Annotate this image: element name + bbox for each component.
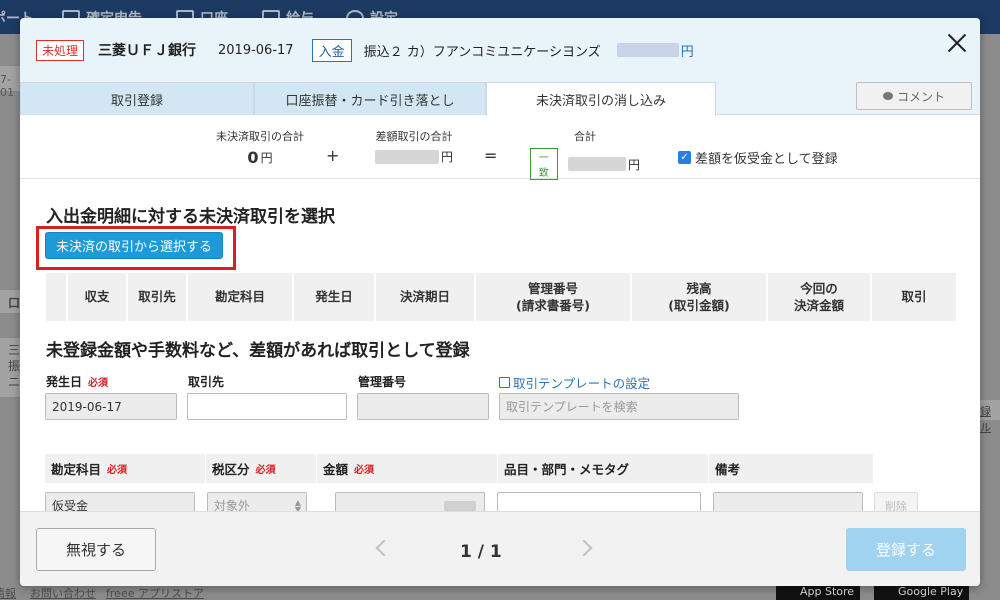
close-icon[interactable]	[946, 32, 968, 54]
checkmark-icon: ✓	[678, 151, 691, 164]
col-income-expense: 収支	[68, 273, 128, 321]
bank-name: 三菱ＵＦＪ銀行	[98, 43, 197, 59]
footer-link-contact[interactable]: お問い合わせ	[30, 585, 96, 600]
transaction-amount: 円	[616, 41, 694, 60]
unsettled-total: 未決済取引の合計 0円	[216, 130, 304, 167]
item-column-header: 品目・部門・メモタグ	[498, 454, 708, 483]
chevron-left-icon[interactable]	[375, 539, 393, 557]
management-number-label: 管理番号	[358, 375, 407, 389]
comment-button[interactable]: コメント	[856, 82, 972, 110]
summary-bar: 未決済取引の合計 0円 差額取引の合計 円 合計 一致円	[20, 115, 980, 180]
date-label: 発生日 必須	[46, 375, 109, 389]
account-column-header: 勘定科目 必須	[45, 454, 205, 483]
register-as-suspense-checkbox[interactable]: ✓ 差額を仮受金として登録	[678, 148, 838, 167]
col-this-settlement: 今回の 決済金額	[768, 273, 872, 321]
google-play-button[interactable]: Google Play	[874, 584, 970, 600]
unsettled-table-header: 収支 取引先 勘定科目 発生日 決済期日 管理番号 (請求書番号) 残高 (取引…	[46, 273, 956, 321]
direction-badge: 入金	[311, 38, 352, 62]
footer-link-info[interactable]: 情報	[0, 585, 16, 600]
grand-total: 合計 一致円	[530, 128, 640, 180]
modal-footer: 無視する 1 / 1 登録する	[20, 511, 980, 586]
select-unsettled-button[interactable]: 未決済の取引から選択する	[45, 232, 223, 259]
management-number-input[interactable]	[357, 393, 489, 420]
background-date-fragment: 7-01	[0, 66, 22, 99]
redacted-amount	[616, 43, 679, 57]
col-management-number: 管理番号 (請求書番号)	[476, 273, 632, 321]
difference-total: 差額取引の合計 円	[374, 130, 453, 164]
template-search-input[interactable]: 取引テンプレートを検索	[499, 393, 739, 420]
col-account: 勘定科目	[188, 273, 294, 321]
tax-column-header: 税区分 必須	[206, 454, 316, 483]
memo-column-header: 備考	[709, 454, 873, 483]
transaction-modal: 未処理 三菱ＵＦＪ銀行 2019-06-17 入金 振込２ カ）フアンコミユニケ…	[20, 18, 980, 586]
chevron-right-icon[interactable]	[575, 539, 593, 557]
col-due-date: 決済期日	[376, 273, 476, 321]
pager: 1 / 1	[460, 542, 502, 562]
footer-link-appstore[interactable]: freee アプリストア	[106, 585, 204, 600]
tab-account-transfer[interactable]: 口座振替・カード引き落とし	[254, 82, 486, 115]
transaction-date: 2019-06-17	[218, 42, 294, 58]
register-button[interactable]: 登録する	[846, 528, 966, 571]
col-partner: 取引先	[128, 273, 188, 321]
tab-bar: 取引登録 口座振替・カード引き落とし 未決済取引の消し込み コメント	[20, 82, 980, 116]
speech-bubble-icon	[882, 92, 893, 100]
partner-label: 取引先	[188, 375, 225, 389]
match-badge: 一致	[530, 148, 558, 180]
modal-header: 未処理 三菱ＵＦＪ銀行 2019-06-17 入金 振込２ カ）フアンコミユニケ…	[20, 18, 980, 82]
redacted-amount	[374, 149, 439, 164]
background-header-fragment: 口	[0, 290, 22, 314]
col-checkbox	[46, 273, 68, 321]
amount-column-header: 金額 必須	[317, 454, 497, 483]
equals-sign: =	[484, 146, 498, 165]
background-row-fragment: 三 振 ニ	[0, 338, 22, 398]
plus-sign: +	[326, 146, 340, 165]
ignore-button[interactable]: 無視する	[36, 528, 156, 571]
col-issue-date: 発生日	[294, 273, 376, 321]
app-store-button[interactable]: App Store	[776, 584, 861, 600]
date-field[interactable]: 2019-06-17	[45, 393, 177, 420]
section-title-register-difference: 未登録金額や手数料など、差額があれば取引として登録	[46, 341, 470, 361]
transaction-description: 振込２ カ）フアンコミユニケーシヨンズ	[363, 44, 601, 60]
col-balance: 残高 (取引金額)	[632, 273, 768, 321]
section-title-select-unsettled: 入出金明細に対する未決済取引を選択	[46, 207, 335, 227]
col-transaction: 取引	[901, 289, 927, 305]
partner-input[interactable]	[187, 393, 347, 420]
template-settings-link[interactable]: 取引テンプレートの設定	[499, 373, 650, 392]
redacted-amount	[567, 157, 626, 171]
status-badge: 未処理	[36, 39, 85, 61]
redacted-amount	[444, 501, 476, 511]
tab-unsettled-clearing[interactable]: 未決済取引の消し込み	[486, 82, 716, 116]
edit-icon	[499, 377, 510, 388]
tab-register-transaction[interactable]: 取引登録	[20, 82, 254, 115]
background-right-fragment: 録ル	[978, 400, 1000, 434]
